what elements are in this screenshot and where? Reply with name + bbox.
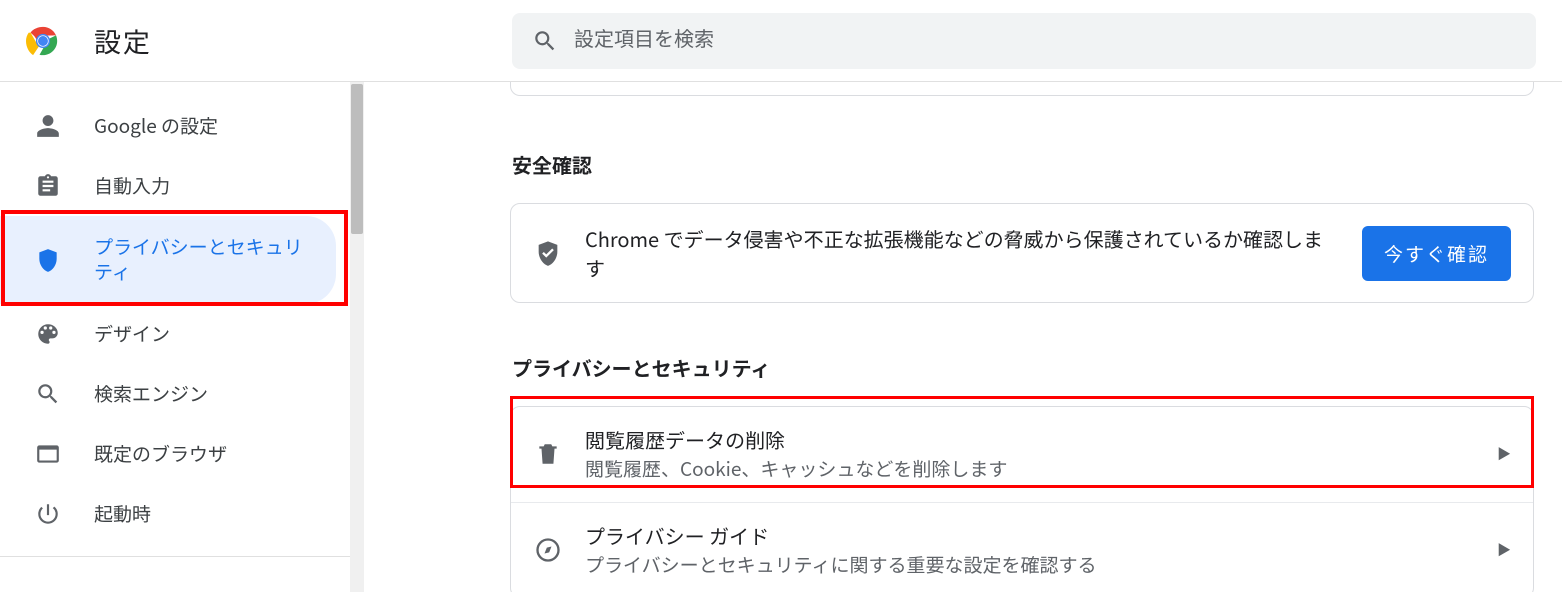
row-title: プライバシー ガイド bbox=[585, 521, 1475, 551]
search-container bbox=[512, 13, 1536, 69]
chevron-right-icon: ▶ bbox=[1497, 540, 1511, 560]
sidebar: Google の設定 自動入力 プライバシーとセキュリティ デザイン 検索エンジ bbox=[0, 82, 350, 592]
page-title: 設定 bbox=[94, 21, 152, 60]
row-body: 閲覧履歴データの削除 閲覧履歴、Cookie、キャッシュなどを削除します bbox=[585, 425, 1475, 484]
sidebar-item-autofill[interactable]: 自動入力 bbox=[0, 156, 336, 216]
power-icon bbox=[34, 500, 62, 528]
sidebar-item-privacy[interactable]: プライバシーとセキュリティ bbox=[0, 216, 336, 304]
palette-icon bbox=[34, 320, 62, 348]
sidebar-item-startup[interactable]: 起動時 bbox=[0, 484, 336, 544]
row-body: プライバシー ガイド プライバシーとセキュリティに関する重要な設定を確認する bbox=[585, 521, 1475, 580]
sidebar-item-search-engine[interactable]: 検索エンジン bbox=[0, 364, 336, 424]
row-subtitle: 閲覧履歴、Cookie、キャッシュなどを削除します bbox=[585, 455, 1475, 484]
sidebar-item-google[interactable]: Google の設定 bbox=[0, 96, 336, 156]
safety-check-card: Chrome でデータ侵害や不正な拡張機能などの脅威から保護されているか確認しま… bbox=[510, 203, 1534, 303]
sidebar-item-label: 自動入力 bbox=[94, 174, 170, 199]
shield-icon bbox=[34, 246, 62, 274]
previous-card-bottom bbox=[510, 82, 1534, 96]
safety-check-button[interactable]: 今すぐ確認 bbox=[1362, 226, 1511, 281]
clipboard-icon bbox=[34, 172, 62, 200]
sidebar-item-label: デザイン bbox=[94, 322, 170, 347]
sidebar-item-design[interactable]: デザイン bbox=[0, 304, 336, 364]
safety-check-text: Chrome でデータ侵害や不正な拡張機能などの脅威から保護されているか確認しま… bbox=[585, 224, 1340, 282]
search-input[interactable] bbox=[574, 29, 1516, 52]
person-icon bbox=[34, 112, 62, 140]
search-box[interactable] bbox=[512, 13, 1536, 69]
sidebar-item-label: 既定のブラウザ bbox=[94, 442, 227, 467]
compass-icon bbox=[533, 535, 563, 565]
chrome-logo-icon bbox=[26, 24, 60, 58]
sidebar-item-label: プライバシーとセキュリティ bbox=[94, 235, 312, 284]
sidebar-item-default-browser[interactable]: 既定のブラウザ bbox=[0, 424, 336, 484]
section-heading-privacy: プライバシーとセキュリティ bbox=[512, 353, 1534, 382]
chevron-right-icon: ▶ bbox=[1497, 444, 1511, 464]
sidebar-item-label: 起動時 bbox=[94, 502, 151, 527]
row-subtitle: プライバシーとセキュリティに関する重要な設定を確認する bbox=[585, 551, 1475, 580]
topbar: 設定 bbox=[0, 0, 1562, 82]
sidebar-item-label: 検索エンジン bbox=[94, 382, 208, 407]
trash-icon bbox=[533, 439, 563, 469]
main-content: 安全確認 Chrome でデータ侵害や不正な拡張機能などの脅威から保護されている… bbox=[350, 82, 1562, 592]
search-icon bbox=[532, 28, 558, 54]
row-privacy-guide[interactable]: プライバシー ガイド プライバシーとセキュリティに関する重要な設定を確認する ▶ bbox=[511, 502, 1533, 592]
row-clear-browsing-data[interactable]: 閲覧履歴データの削除 閲覧履歴、Cookie、キャッシュなどを削除します ▶ bbox=[511, 407, 1533, 502]
verified-shield-icon bbox=[533, 238, 563, 268]
row-title: 閲覧履歴データの削除 bbox=[585, 425, 1475, 455]
sidebar-item-label: Google の設定 bbox=[94, 114, 218, 139]
magnifier-icon bbox=[34, 380, 62, 408]
section-heading-safety: 安全確認 bbox=[512, 150, 1534, 179]
privacy-card: 閲覧履歴データの削除 閲覧履歴、Cookie、キャッシュなどを削除します ▶ プ… bbox=[510, 406, 1534, 592]
sidebar-separator bbox=[0, 556, 350, 557]
browser-icon bbox=[34, 440, 62, 468]
